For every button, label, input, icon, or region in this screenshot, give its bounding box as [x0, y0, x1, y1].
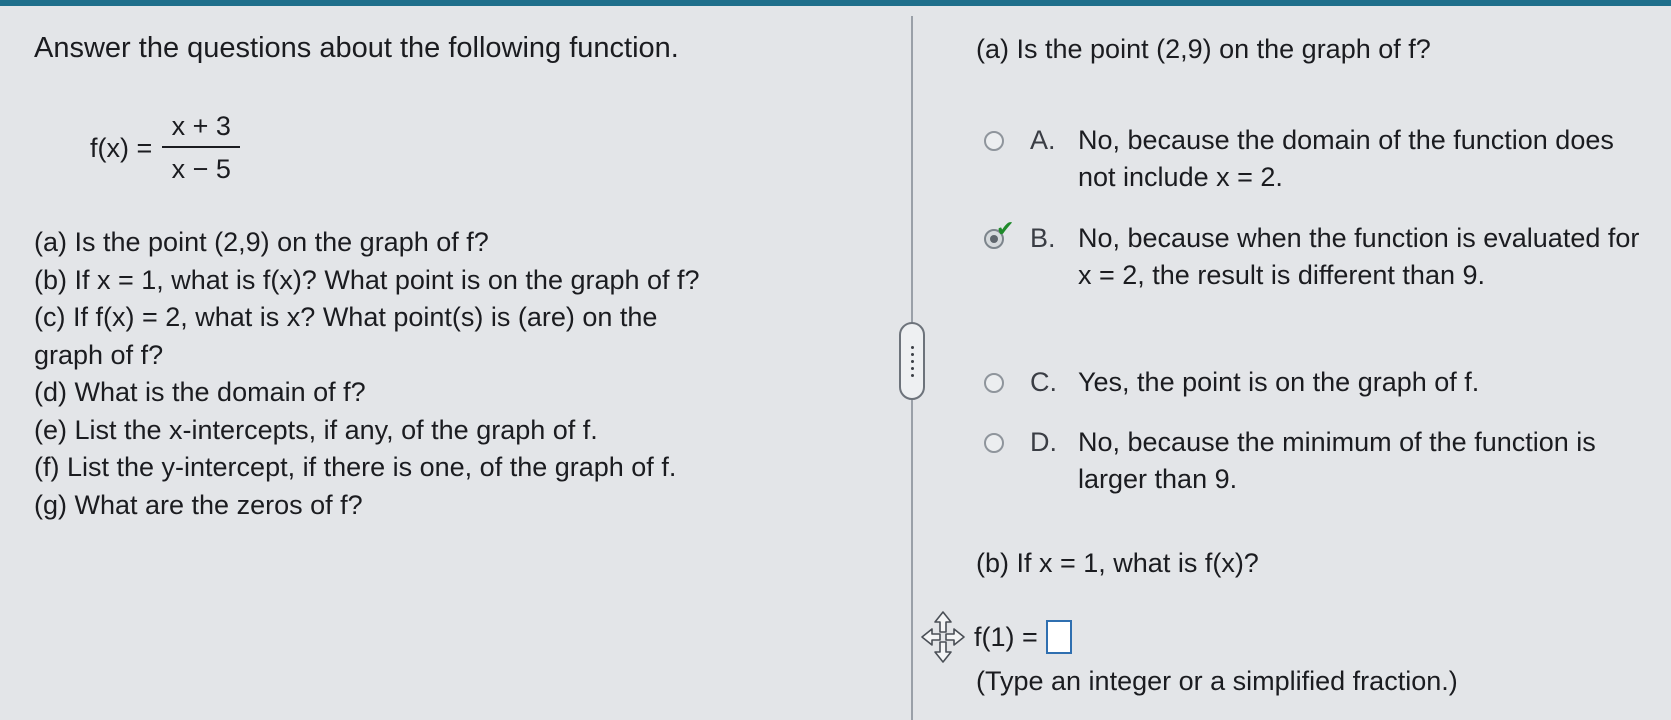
question-item: graph of f?	[34, 339, 164, 370]
question-item: (b) If x = 1, what is f(x)? What point i…	[34, 264, 700, 295]
answer-pane	[914, 6, 1671, 720]
choice-c[interactable]: C. Yes, the point is on the graph of f.	[984, 364, 1644, 404]
radio-button[interactable]	[984, 131, 1004, 151]
question-item: (e) List the x-intercepts, if any, of th…	[34, 414, 598, 445]
answer-hint: (Type an integer or a simplified fractio…	[976, 666, 1458, 696]
question-item: (a) Is the point (2,9) on the graph of f…	[34, 227, 489, 257]
question-item: (d) What is the domain of f?	[34, 377, 366, 407]
question-item: (c) If f(x) = 2, what is x? What point(s…	[34, 302, 658, 332]
radio-button[interactable]	[984, 433, 1004, 453]
answer-line: f(1) =	[974, 620, 1072, 654]
choice-text: No, because when the function is evaluat…	[1078, 223, 1640, 290]
radio-button[interactable]	[984, 373, 1004, 393]
fraction-numerator: x + 3	[171, 111, 231, 141]
check-icon: ✔	[996, 216, 1015, 241]
choice-letter: C.	[1030, 367, 1057, 397]
question-item: (g) What are the zeros of f?	[34, 489, 363, 520]
choice-a[interactable]: A. No, because the domain of the functio…	[984, 122, 1644, 198]
question-list: (a) Is the point (2,9) on the graph of f…	[34, 224, 894, 524]
answer-input[interactable]	[1045, 620, 1072, 654]
question-intro: Answer the questions about the following…	[34, 32, 679, 64]
choice-d[interactable]: D. No, because the minimum of the functi…	[984, 424, 1644, 500]
choice-letter: D.	[1030, 427, 1057, 457]
choice-letter: B.	[1030, 223, 1056, 253]
move-icon[interactable]	[920, 610, 966, 664]
choice-text: No, because the domain of the function d…	[1078, 125, 1614, 192]
choice-text: No, because the minimum of the function …	[1078, 427, 1596, 494]
answer-label: f(1) =	[974, 621, 1038, 652]
fraction-denominator: x − 5	[171, 154, 231, 184]
function-fraction: x + 3 x − 5	[162, 111, 241, 185]
question-item: (f) List the y-intercept, if there is on…	[34, 452, 677, 482]
choice-text: Yes, the point is on the graph of f.	[1078, 367, 1480, 397]
function-formula: f(x) = x + 3 x − 5	[90, 110, 241, 186]
choice-letter: A.	[1030, 125, 1056, 155]
part-a-title: (a) Is the point (2,9) on the graph of f…	[976, 34, 1431, 64]
function-lhs: f(x) =	[90, 132, 153, 163]
choice-b[interactable]: ✔ B. No, because when the function is ev…	[984, 216, 1644, 332]
part-b-title: (b) If x = 1, what is f(x)?	[976, 548, 1259, 578]
